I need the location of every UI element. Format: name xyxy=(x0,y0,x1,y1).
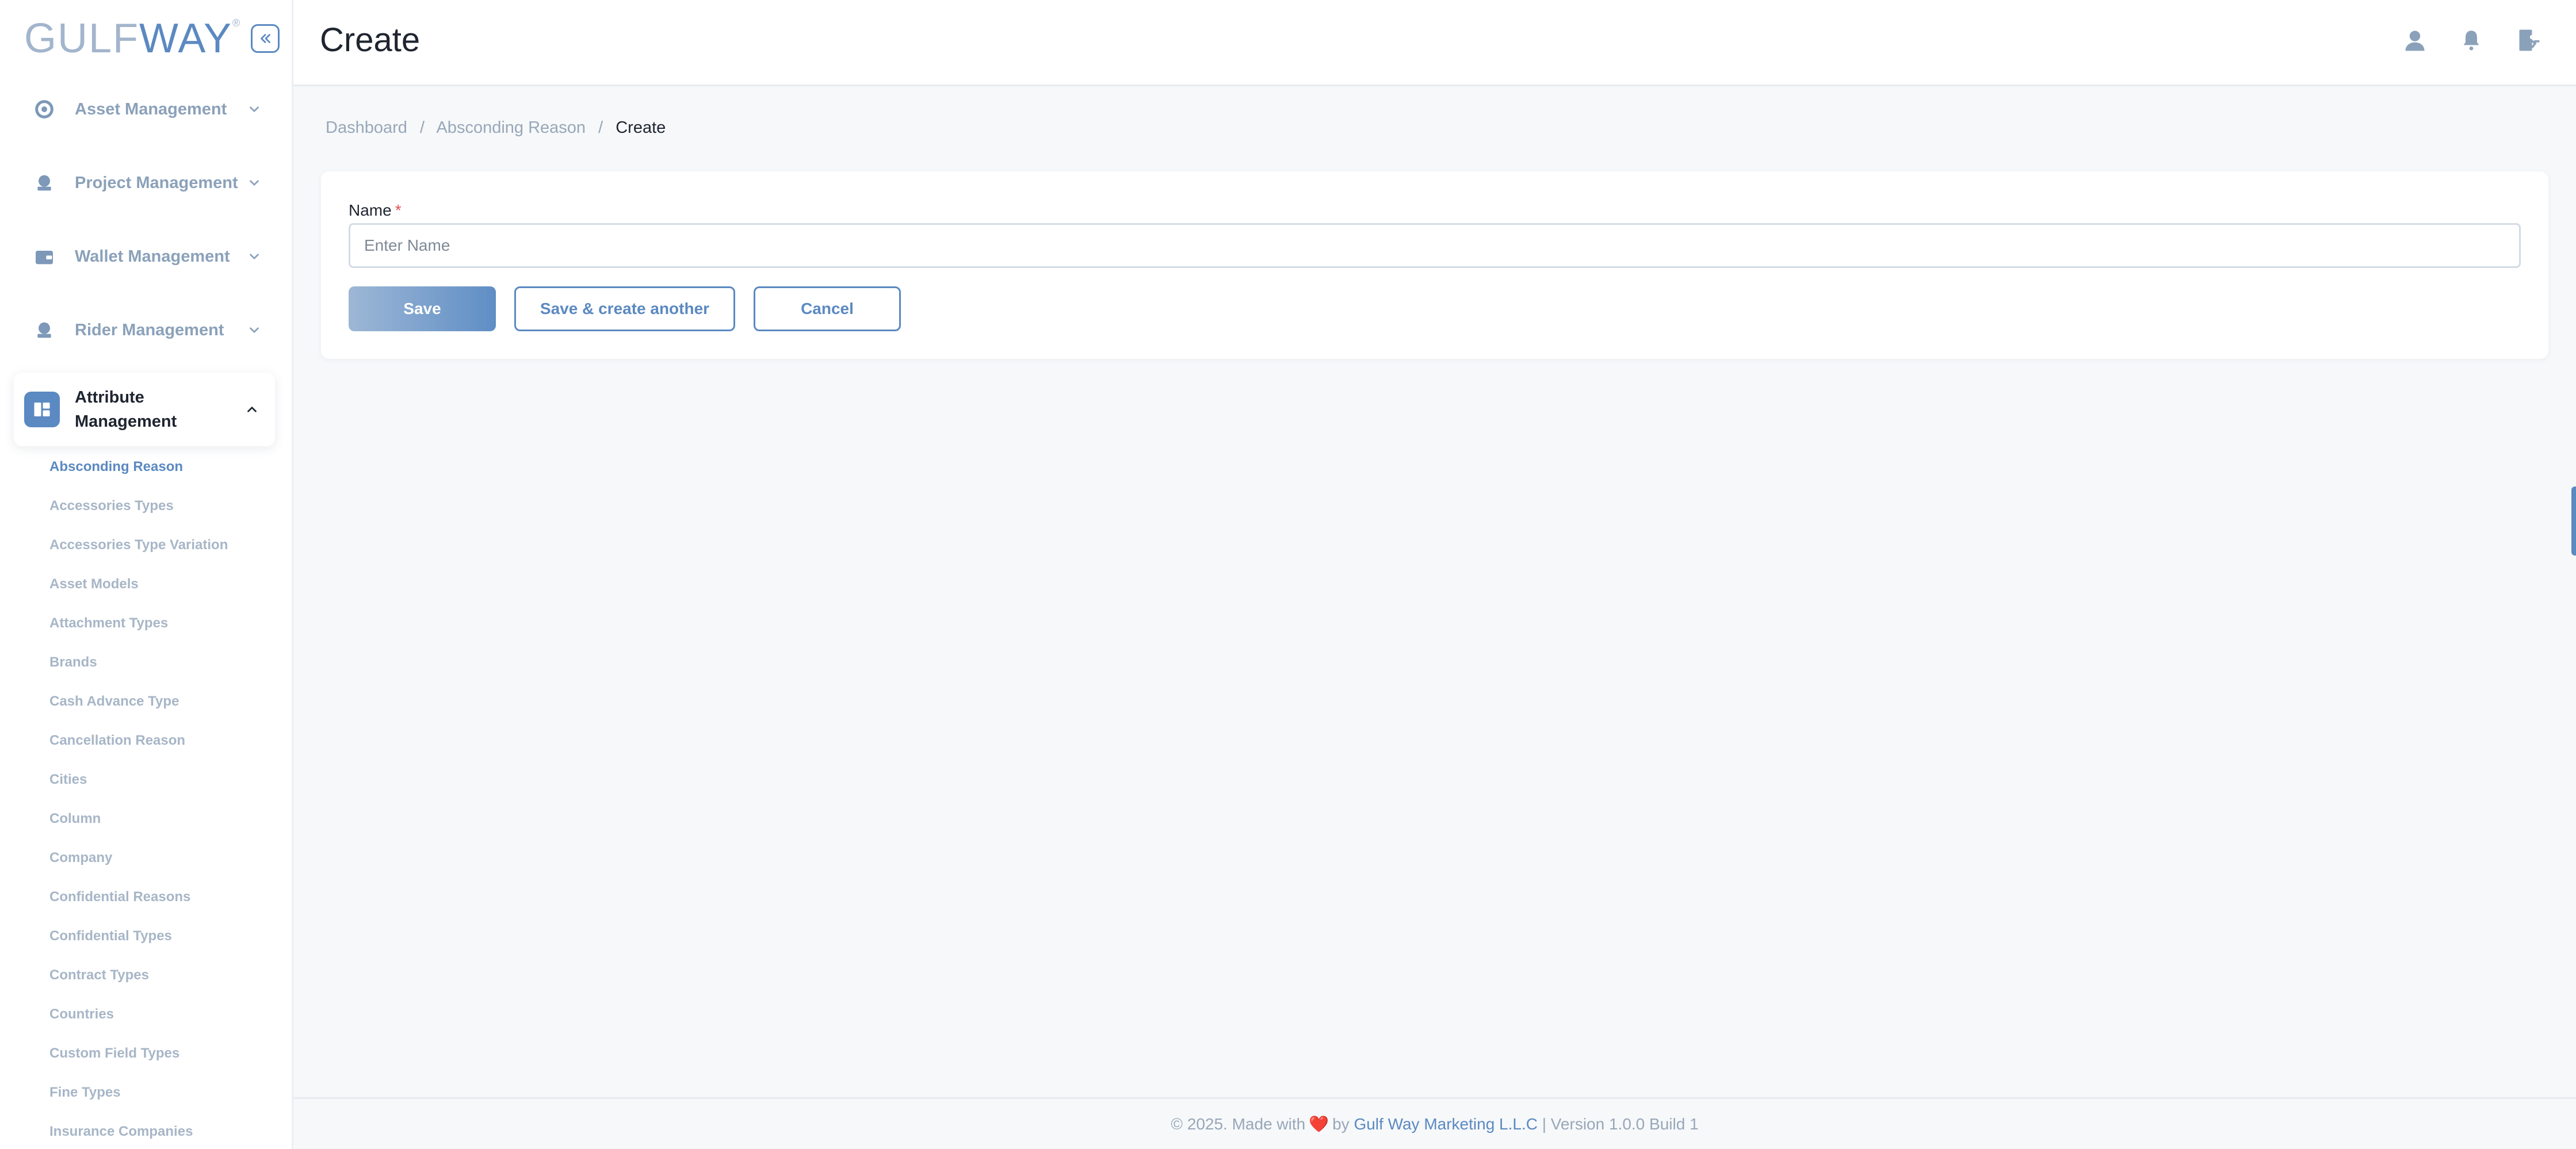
sidebar-item-accessories-type-variation[interactable]: Accessories Type Variation xyxy=(49,533,228,572)
sidebar-item-confidential-reasons[interactable]: Confidential Reasons xyxy=(49,884,228,924)
chevron-down-icon xyxy=(243,98,266,121)
sidebar-item-attachment-types[interactable]: Attachment Types xyxy=(49,611,228,650)
sidebar-group-label: Attribute Management xyxy=(75,385,240,434)
save-button[interactable]: Save xyxy=(349,286,496,331)
sidebar-group-label: Wallet Management xyxy=(75,247,230,266)
logo-text-gulf: GULF xyxy=(24,16,140,62)
breadcrumb-separator: / xyxy=(598,118,603,137)
breadcrumb-separator: / xyxy=(419,118,425,137)
project-icon xyxy=(29,167,60,198)
name-label-text: Name xyxy=(349,201,392,219)
attribute-submenu: Absconding Reason Accessories Types Acce… xyxy=(49,454,228,1149)
sidebar-group-label: Asset Management xyxy=(75,99,227,118)
sidebar-item-cancellation-reason[interactable]: Cancellation Reason xyxy=(49,728,228,767)
sidebar-item-contract-types[interactable]: Contract Types xyxy=(49,963,228,1002)
sidebar-item-accessories-types[interactable]: Accessories Types xyxy=(49,493,228,533)
name-input[interactable] xyxy=(349,223,2521,268)
sidebar-group-label-line2: Management xyxy=(75,412,177,431)
footer-company-link[interactable]: Gulf Way Marketing L.L.C xyxy=(1354,1115,1538,1133)
sidebar-item-countries[interactable]: Countries xyxy=(49,1002,228,1041)
page-title: Create xyxy=(320,21,421,59)
sidebar-item-absconding-reason[interactable]: Absconding Reason xyxy=(49,454,228,493)
breadcrumb-absconding-reason[interactable]: Absconding Reason xyxy=(436,118,586,137)
sidebar: GULFWAY® Asset Management Project Manage… xyxy=(0,0,293,1149)
breadcrumb: Dashboard / Absconding Reason / Create xyxy=(326,118,666,137)
chevron-down-icon xyxy=(243,245,266,268)
sidebar-item-custom-field-types[interactable]: Custom Field Types xyxy=(49,1041,228,1080)
sidebar-item-brands[interactable]: Brands xyxy=(49,650,228,689)
breadcrumb-current: Create xyxy=(616,118,666,137)
chevron-up-icon xyxy=(240,398,263,421)
sidebar-group-project-management[interactable]: Project Management xyxy=(16,154,277,212)
footer-version: | Version 1.0.0 Build 1 xyxy=(1542,1114,1699,1133)
sidebar-group-rider-management[interactable]: Rider Management xyxy=(16,301,277,359)
heart-icon: ❤️ xyxy=(1309,1115,1329,1133)
sidebar-group-label: Project Management xyxy=(75,173,238,192)
sidebar-group-attribute-management[interactable]: Attribute Management xyxy=(14,373,275,446)
sidebar-item-cash-advance-type[interactable]: Cash Advance Type xyxy=(49,689,228,728)
create-form-card: Name* Save Save & create another Cancel xyxy=(321,171,2548,359)
sidebar-group-label-line1: Attribute xyxy=(75,388,144,407)
breadcrumb-dashboard[interactable]: Dashboard xyxy=(326,118,407,137)
footer: © 2025. Made with ❤️ by Gulf Way Marketi… xyxy=(293,1097,2576,1149)
attribute-icon xyxy=(24,392,60,427)
top-header: Create xyxy=(293,0,2576,86)
chevron-down-icon xyxy=(243,319,266,342)
required-indicator: * xyxy=(395,201,402,219)
sidebar-item-column[interactable]: Column xyxy=(49,806,228,845)
asset-icon xyxy=(29,94,60,125)
footer-copyright: © 2025. Made with xyxy=(1171,1114,1306,1133)
sidebar-group-wallet-management[interactable]: Wallet Management xyxy=(16,228,277,285)
sidebar-item-confidential-types[interactable]: Confidential Types xyxy=(49,924,228,963)
logout-icon[interactable] xyxy=(2514,25,2544,55)
logo-registered-mark: ® xyxy=(232,17,242,29)
brand-logo[interactable]: GULFWAY® xyxy=(24,18,241,59)
chevron-down-icon xyxy=(243,171,266,194)
sidebar-item-asset-models[interactable]: Asset Models xyxy=(49,572,228,611)
sidebar-item-cities[interactable]: Cities xyxy=(49,767,228,806)
sidebar-group-asset-management[interactable]: Asset Management xyxy=(16,81,277,138)
collapse-sidebar-button[interactable] xyxy=(251,24,280,53)
save-and-create-another-button[interactable]: Save & create another xyxy=(514,286,735,331)
rider-icon xyxy=(29,315,60,346)
side-panel-handle[interactable] xyxy=(2571,487,2576,556)
logo-text-way: WAY xyxy=(139,16,233,62)
footer-by: by xyxy=(1332,1114,1350,1133)
cancel-button[interactable]: Cancel xyxy=(754,286,901,331)
user-icon[interactable] xyxy=(2400,25,2430,55)
sidebar-item-fine-types[interactable]: Fine Types xyxy=(49,1080,228,1119)
sidebar-item-insurance-companies[interactable]: Insurance Companies xyxy=(49,1119,228,1149)
bell-icon[interactable] xyxy=(2456,25,2486,55)
sidebar-item-company[interactable]: Company xyxy=(49,845,228,884)
double-chevron-left-icon xyxy=(261,34,270,43)
wallet-icon xyxy=(29,241,60,272)
name-field-label: Name * xyxy=(349,201,402,220)
sidebar-group-label: Rider Management xyxy=(75,320,224,339)
